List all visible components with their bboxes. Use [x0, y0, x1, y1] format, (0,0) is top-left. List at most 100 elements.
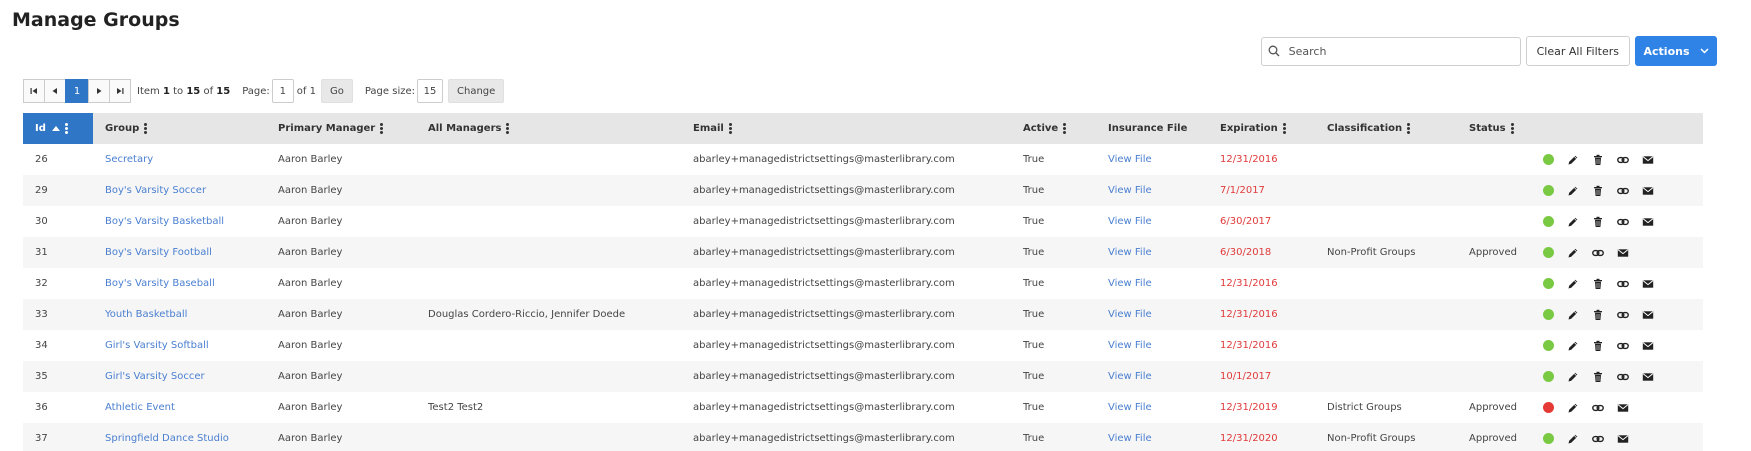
email-envelope-icon[interactable] [1642, 185, 1654, 197]
column-header-group[interactable]: Group [93, 113, 266, 144]
delete-trash-icon[interactable] [1592, 216, 1604, 228]
link-icon[interactable] [1617, 154, 1629, 166]
edit-pencil-icon[interactable] [1567, 340, 1579, 352]
page-size-input[interactable]: 15 [417, 79, 443, 103]
cell-all-managers-value: Douglas Cordero-Riccio, Jennifer Doede [428, 309, 626, 320]
chevron-down-icon [1699, 48, 1709, 54]
email-envelope-icon[interactable] [1642, 309, 1654, 321]
clear-all-filters-button[interactable]: Clear All Filters [1525, 36, 1630, 66]
cell-email: abarley+managedistrictsettings@masterlib… [681, 299, 1011, 330]
cell-insurance-file-value[interactable]: View File [1108, 278, 1152, 289]
email-envelope-icon[interactable] [1617, 402, 1629, 414]
edit-pencil-icon[interactable] [1567, 278, 1579, 290]
link-icon[interactable] [1617, 371, 1629, 383]
delete-trash-icon[interactable] [1592, 371, 1604, 383]
column-menu-icon[interactable] [728, 123, 732, 134]
cell-active: True [1011, 237, 1096, 268]
column-menu-icon[interactable] [1407, 123, 1411, 134]
cell-insurance-file-value[interactable]: View File [1108, 371, 1152, 382]
cell-primary-manager: Aaron Barley [266, 361, 416, 392]
next-page-button[interactable] [88, 79, 110, 103]
column-header-expiration[interactable]: Expiration [1208, 113, 1315, 144]
column-header-insurance-file: Insurance File [1108, 123, 1188, 134]
column-header-email[interactable]: Email [681, 113, 1011, 144]
email-envelope-icon[interactable] [1642, 340, 1654, 352]
delete-trash-icon[interactable] [1592, 309, 1604, 321]
column-header-active[interactable]: Active [1011, 113, 1096, 144]
change-button[interactable]: Change [448, 79, 505, 103]
column-menu-icon[interactable] [1510, 123, 1514, 134]
delete-trash-icon[interactable] [1592, 154, 1604, 166]
email-envelope-icon[interactable] [1617, 247, 1629, 259]
email-envelope-icon[interactable] [1642, 216, 1654, 228]
email-envelope-icon[interactable] [1642, 278, 1654, 290]
link-icon[interactable] [1617, 185, 1629, 197]
cell-group-value[interactable]: Boy's Varsity Baseball [105, 278, 215, 289]
link-icon[interactable] [1617, 278, 1629, 290]
column-header-primary-manager[interactable]: Primary Manager [266, 113, 416, 144]
cell-insurance-file-value[interactable]: View File [1108, 402, 1152, 413]
column-menu-icon[interactable] [380, 123, 384, 134]
cell-group-value[interactable]: Boy's Varsity Soccer [105, 185, 206, 196]
last-page-button[interactable] [109, 79, 131, 103]
edit-pencil-icon[interactable] [1567, 309, 1579, 321]
edit-pencil-icon[interactable] [1567, 371, 1579, 383]
cell-insurance-file-value[interactable]: View File [1108, 185, 1152, 196]
cell-primary-manager-value: Aaron Barley [278, 247, 343, 258]
first-page-button[interactable] [23, 79, 45, 103]
prev-page-button[interactable] [44, 79, 66, 103]
go-button[interactable]: Go [320, 79, 353, 103]
link-icon[interactable] [1617, 216, 1629, 228]
edit-pencil-icon[interactable] [1567, 154, 1579, 166]
email-envelope-icon[interactable] [1642, 154, 1654, 166]
delete-trash-icon[interactable] [1592, 185, 1604, 197]
column-header-id[interactable]: Id [23, 113, 93, 144]
cell-group-value[interactable]: Boy's Varsity Basketball [105, 216, 224, 227]
delete-trash-icon[interactable] [1592, 340, 1604, 352]
column-header-all-managers[interactable]: All Managers [416, 113, 681, 144]
cell-insurance-file-value[interactable]: View File [1108, 433, 1152, 444]
edit-pencil-icon[interactable] [1567, 216, 1579, 228]
column-header-status[interactable]: Status [1457, 113, 1542, 144]
cell-active-value: True [1023, 309, 1045, 320]
link-icon[interactable] [1592, 247, 1604, 259]
cell-insurance-file-value[interactable]: View File [1108, 216, 1152, 227]
cell-group-value[interactable]: Girl's Varsity Soccer [105, 371, 205, 382]
cell-insurance-file-value[interactable]: View File [1108, 309, 1152, 320]
cell-insurance-file-value[interactable]: View File [1108, 154, 1152, 165]
page-number-input[interactable]: 1 [271, 79, 294, 103]
edit-pencil-icon[interactable] [1567, 185, 1579, 197]
cell-group-value[interactable]: Secretary [105, 154, 153, 165]
edit-pencil-icon[interactable] [1567, 247, 1579, 259]
search-box[interactable] [1260, 36, 1521, 66]
actions-button[interactable]: Actions [1635, 36, 1717, 66]
cell-group-value[interactable]: Springfield Dance Studio [105, 433, 229, 444]
link-icon[interactable] [1617, 340, 1629, 352]
column-menu-icon[interactable] [1282, 123, 1286, 134]
link-icon[interactable] [1592, 402, 1604, 414]
email-envelope-icon[interactable] [1642, 371, 1654, 383]
cell-insurance-file-value[interactable]: View File [1108, 247, 1152, 258]
column-menu-icon[interactable] [144, 123, 148, 134]
current-page-button[interactable]: 1 [65, 79, 89, 103]
delete-trash-icon[interactable] [1592, 278, 1604, 290]
cell-status [1457, 268, 1542, 299]
cell-group-value[interactable]: Athletic Event [105, 402, 175, 413]
edit-pencil-icon[interactable] [1567, 402, 1579, 414]
cell-group-value[interactable]: Girl's Varsity Softball [105, 340, 209, 351]
pager-item-info: Item 1 to 15 of 15 [137, 86, 230, 97]
cell-email-value: abarley+managedistrictsettings@masterlib… [693, 185, 955, 196]
email-envelope-icon[interactable] [1617, 433, 1629, 445]
link-icon[interactable] [1617, 309, 1629, 321]
column-header-classification[interactable]: Classification [1315, 113, 1457, 144]
cell-insurance-file-value[interactable]: View File [1108, 340, 1152, 351]
search-icon [1268, 45, 1280, 57]
column-menu-icon[interactable] [506, 123, 510, 134]
column-menu-icon[interactable] [1063, 123, 1067, 134]
cell-group-value[interactable]: Youth Basketball [105, 309, 187, 320]
column-menu-icon[interactable] [64, 123, 68, 134]
edit-pencil-icon[interactable] [1567, 433, 1579, 445]
cell-group-value[interactable]: Boy's Varsity Football [105, 247, 212, 258]
search-input[interactable] [1288, 44, 1509, 58]
link-icon[interactable] [1592, 433, 1604, 445]
